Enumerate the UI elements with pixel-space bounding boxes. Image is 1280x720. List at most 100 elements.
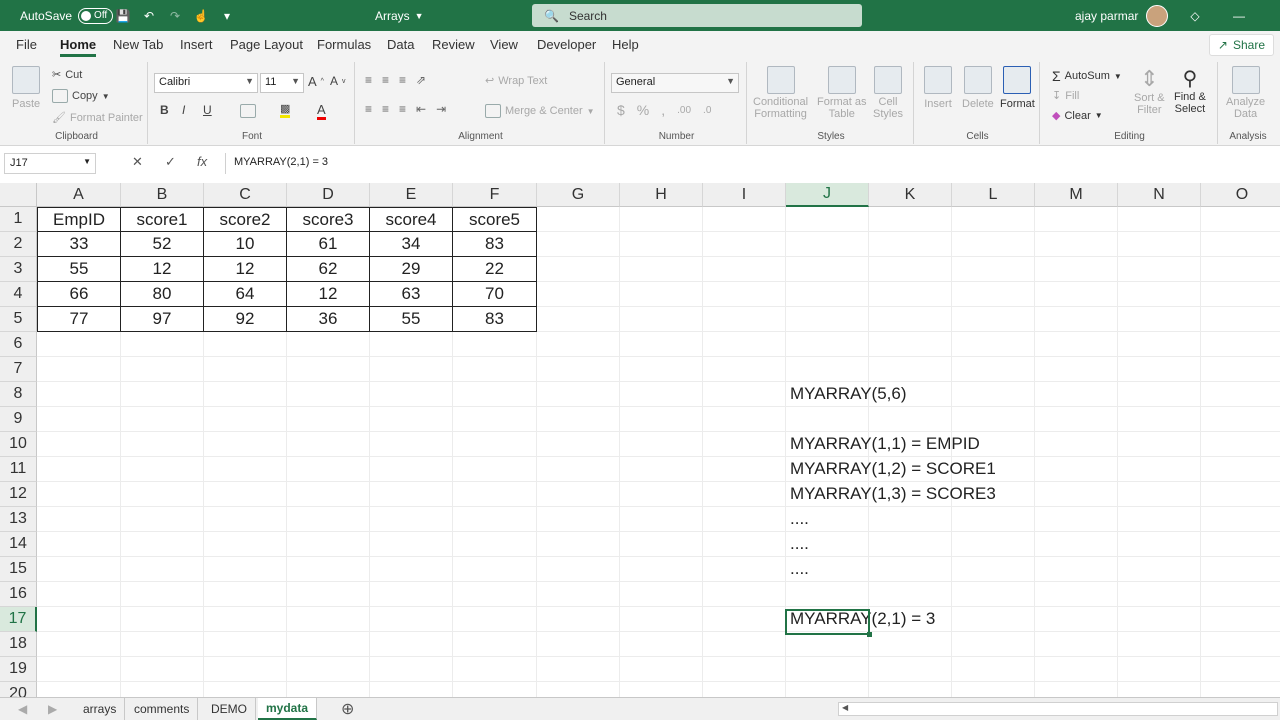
orientation-icon[interactable]: ⇗ xyxy=(416,73,426,87)
bold-button[interactable]: B xyxy=(160,103,169,117)
table-header-cell[interactable]: score4 xyxy=(370,207,453,232)
select-all-corner[interactable] xyxy=(0,183,37,207)
autosave-control[interactable]: AutoSave Off xyxy=(20,0,114,31)
table-cell[interactable]: 64 xyxy=(204,282,287,307)
prev-sheet-icon[interactable]: ◀ xyxy=(18,702,27,716)
table-cell[interactable]: 10 xyxy=(204,232,287,257)
fill-button[interactable]: ↧ Fill xyxy=(1052,89,1079,103)
save-icon[interactable]: 💾 xyxy=(114,7,132,25)
table-header-cell[interactable]: score3 xyxy=(287,207,370,232)
minimize-icon[interactable]: — xyxy=(1230,7,1248,25)
delete-cells-button[interactable]: Delete xyxy=(962,66,994,110)
row-header-18[interactable]: 18 xyxy=(0,632,37,657)
sheet-tab-arrays[interactable]: arrays xyxy=(75,698,126,720)
avatar[interactable] xyxy=(1146,4,1169,27)
table-cell[interactable]: 66 xyxy=(37,282,121,307)
analyze-data-button[interactable]: Analyze Data xyxy=(1226,66,1265,120)
number-format-select[interactable]: General ▼ xyxy=(611,73,739,93)
column-header-e[interactable]: E xyxy=(370,183,453,207)
column-header-a[interactable]: A xyxy=(37,183,121,207)
worksheet-grid[interactable]: A B C D E F G H I J K L M N O 1 2 3 4 5 6 7 8 9 10 11 12 13 14 15 16 17… xyxy=(0,183,1280,697)
column-header-o[interactable]: O xyxy=(1201,183,1280,207)
tab-formulas[interactable]: Formulas xyxy=(317,37,371,52)
tab-data[interactable]: Data xyxy=(387,37,414,52)
column-header-f[interactable]: F xyxy=(453,183,537,207)
table-header-cell[interactable]: EmpID xyxy=(37,207,121,232)
table-header-cell[interactable]: score1 xyxy=(121,207,204,232)
table-cell[interactable]: 83 xyxy=(453,232,537,257)
table-cell[interactable]: 52 xyxy=(121,232,204,257)
sheet-tab-mydata[interactable]: mydata xyxy=(258,698,318,720)
note-cell[interactable]: MYARRAY(1,2) = SCORE1 xyxy=(790,459,996,479)
cut-button[interactable]: ✂ Cut xyxy=(52,68,82,82)
insert-cells-button[interactable]: Insert xyxy=(924,66,952,110)
table-cell[interactable]: 97 xyxy=(121,307,204,332)
table-cell[interactable]: 36 xyxy=(287,307,370,332)
table-cell[interactable]: 22 xyxy=(453,257,537,282)
sheet-tab-comments[interactable]: comments xyxy=(126,698,199,720)
name-box[interactable]: J17 ▼ xyxy=(4,153,96,174)
redo-icon[interactable]: ↷ xyxy=(166,7,184,25)
search-box[interactable]: 🔍 Search xyxy=(532,4,862,27)
column-header-i[interactable]: I xyxy=(703,183,786,207)
row-header-12[interactable]: 12 xyxy=(0,482,37,507)
table-header-cell[interactable]: score5 xyxy=(453,207,537,232)
format-cells-button[interactable]: Format xyxy=(1000,66,1035,110)
cancel-icon[interactable]: ✕ xyxy=(132,154,143,170)
table-cell[interactable]: 83 xyxy=(453,307,537,332)
row-header-6[interactable]: 6 xyxy=(0,332,37,357)
note-cell[interactable]: MYARRAY(5,6) xyxy=(790,384,907,404)
row-header-10[interactable]: 10 xyxy=(0,432,37,457)
sheet-tab-demo[interactable]: DEMO xyxy=(203,698,256,720)
row-header-14[interactable]: 14 xyxy=(0,532,37,557)
table-cell[interactable]: 55 xyxy=(370,307,453,332)
table-header-cell[interactable]: score2 xyxy=(204,207,287,232)
paste-button[interactable]: Paste xyxy=(12,66,40,110)
active-cell-indicator[interactable] xyxy=(785,609,872,637)
share-button[interactable]: ↗ Share xyxy=(1208,34,1274,56)
row-header-1[interactable]: 1 xyxy=(0,207,37,232)
note-cell[interactable]: .... xyxy=(790,509,809,529)
borders-button[interactable] xyxy=(240,104,256,118)
tab-developer[interactable]: Developer xyxy=(537,37,596,52)
insert-function-icon[interactable]: fx xyxy=(197,154,207,169)
row-header-2[interactable]: 2 xyxy=(0,232,37,257)
format-painter-button[interactable]: 🖌 Format Painter xyxy=(52,111,143,125)
font-name-select[interactable]: Calibri ▼ xyxy=(154,73,258,93)
table-cell[interactable]: 29 xyxy=(370,257,453,282)
column-header-l[interactable]: L xyxy=(952,183,1035,207)
italic-button[interactable]: I xyxy=(182,103,185,117)
increase-indent-icon[interactable]: ⇥ xyxy=(436,102,446,116)
table-cell[interactable]: 80 xyxy=(121,282,204,307)
tab-view[interactable]: View xyxy=(490,37,518,52)
font-size-select[interactable]: 11 ▼ xyxy=(260,73,304,93)
row-header-16[interactable]: 16 xyxy=(0,582,37,607)
align-bottom-icon[interactable]: ≡ xyxy=(399,73,406,87)
horizontal-scrollbar[interactable]: ◀ xyxy=(838,702,1278,716)
table-cell[interactable]: 12 xyxy=(121,257,204,282)
clear-button[interactable]: ◆ Clear ▼ xyxy=(1052,109,1103,123)
font-color-button[interactable]: A xyxy=(317,102,326,120)
row-header-11[interactable]: 11 xyxy=(0,457,37,482)
underline-button[interactable]: U xyxy=(203,103,212,117)
align-left-icon[interactable]: ≡ xyxy=(365,102,372,116)
column-header-d[interactable]: D xyxy=(287,183,370,207)
row-header-5[interactable]: 5 xyxy=(0,307,37,332)
touch-mode-icon[interactable]: ☝ xyxy=(192,7,210,25)
add-sheet-icon[interactable]: ⊕ xyxy=(341,699,354,719)
tab-new-tab[interactable]: New Tab xyxy=(113,37,163,52)
document-title[interactable]: Arrays ▼ xyxy=(375,0,424,31)
table-cell[interactable]: 62 xyxy=(287,257,370,282)
cell-styles-button[interactable]: Cell Styles xyxy=(873,66,903,120)
tab-help[interactable]: Help xyxy=(612,37,639,52)
diamond-icon[interactable]: ◇ xyxy=(1186,7,1204,25)
find-select-button[interactable]: ⚲ Find & Select xyxy=(1174,66,1206,115)
next-sheet-icon[interactable]: ▶ xyxy=(48,702,57,716)
autosum-button[interactable]: Σ AutoSum ▼ xyxy=(1052,68,1122,84)
tab-review[interactable]: Review xyxy=(432,37,475,52)
column-header-b[interactable]: B xyxy=(121,183,204,207)
table-cell[interactable]: 92 xyxy=(204,307,287,332)
copy-button[interactable]: Copy ▼ xyxy=(52,89,110,103)
column-header-j[interactable]: J xyxy=(786,183,869,207)
align-right-icon[interactable]: ≡ xyxy=(399,102,406,116)
